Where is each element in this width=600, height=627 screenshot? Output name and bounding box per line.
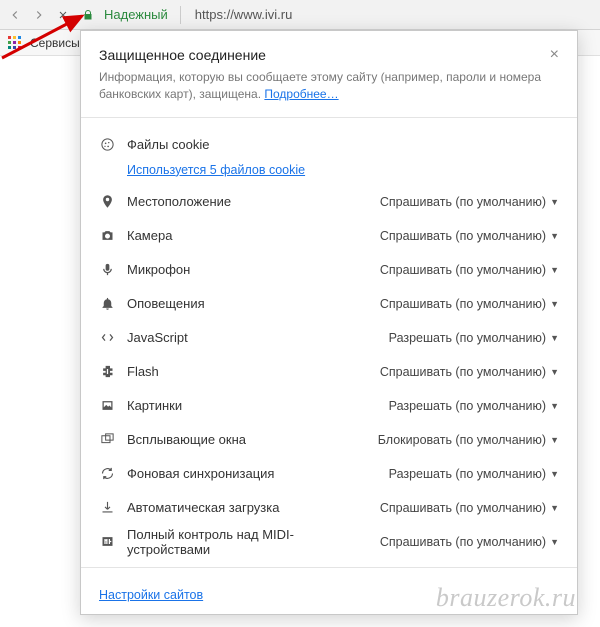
site-info-popup: Защищенное соединение × Информация, кото… (80, 30, 578, 615)
permission-dropdown[interactable]: Спрашивать (по умолчанию) ▼ (380, 365, 559, 379)
back-button[interactable] (6, 6, 24, 24)
permission-row-mic: Микрофон Спрашивать (по умолчанию) ▼ (99, 253, 559, 287)
cookies-row: Файлы cookie (99, 128, 559, 162)
flash-icon (99, 364, 115, 380)
camera-icon (99, 228, 115, 244)
toolbar-divider (180, 6, 181, 24)
permission-label: Всплывающие окна (127, 432, 366, 447)
popup-description: Информация, которую вы сообщаете этому с… (99, 69, 559, 103)
permission-row-camera: Камера Спрашивать (по умолчанию) ▼ (99, 219, 559, 253)
permission-label: Полный контроль над MIDI-устройствами (127, 527, 368, 557)
divider (81, 117, 577, 118)
watermark: brauzerok.ru (436, 583, 576, 613)
permission-dropdown[interactable]: Разрешать (по умолчанию) ▼ (389, 331, 559, 345)
permission-dropdown[interactable]: Разрешать (по умолчанию) ▼ (389, 399, 559, 413)
secure-label[interactable]: Надежный (104, 7, 168, 22)
bookmarks-services-label[interactable]: Сервисы (30, 36, 80, 50)
mic-icon (99, 262, 115, 278)
permission-label: Фоновая синхронизация (127, 466, 377, 481)
bell-icon (99, 296, 115, 312)
download-icon (99, 500, 115, 516)
permission-label: Микрофон (127, 262, 368, 277)
permission-dropdown[interactable]: Спрашивать (по умолчанию) ▼ (380, 535, 559, 549)
cookie-icon (99, 137, 115, 153)
permission-label: JavaScript (127, 330, 377, 345)
apps-grid-icon[interactable] (8, 36, 22, 50)
permission-row-midi: Полный контроль над MIDI-устройствами Спр… (99, 525, 559, 559)
learn-more-link[interactable]: Подробнее… (264, 87, 338, 101)
permission-row-flash: Flash Спрашивать (по умолчанию) ▼ (99, 355, 559, 389)
lock-icon[interactable] (82, 8, 94, 22)
permission-row-images: Картинки Разрешать (по умолчанию) ▼ (99, 389, 559, 423)
divider (81, 567, 577, 568)
permission-label: Flash (127, 364, 368, 379)
permission-dropdown[interactable]: Спрашивать (по умолчанию) ▼ (380, 297, 559, 311)
permission-row-sync: Фоновая синхронизация Разрешать (по умолч… (99, 457, 559, 491)
images-icon (99, 398, 115, 414)
permission-row-bell: Оповещения Спрашивать (по умолчанию) ▼ (99, 287, 559, 321)
permission-dropdown[interactable]: Спрашивать (по умолчанию) ▼ (380, 229, 559, 243)
permission-row-download: Автоматическая загрузка Спрашивать (по ум… (99, 491, 559, 525)
permission-label: Камера (127, 228, 368, 243)
address-bar-url[interactable]: https://www.ivi.ru (195, 7, 293, 22)
js-icon (99, 330, 115, 346)
permission-dropdown[interactable]: Спрашивать (по умолчанию) ▼ (380, 501, 559, 515)
permission-row-js: JavaScript Разрешать (по умолчанию) ▼ (99, 321, 559, 355)
permission-dropdown[interactable]: Блокировать (по умолчанию) ▼ (378, 433, 559, 447)
browser-toolbar: Надежный https://www.ivi.ru (0, 0, 600, 30)
location-icon (99, 194, 115, 210)
sync-icon (99, 466, 115, 482)
forward-button[interactable] (30, 6, 48, 24)
permission-dropdown[interactable]: Спрашивать (по умолчанию) ▼ (380, 195, 559, 209)
cookies-label: Файлы cookie (127, 137, 559, 152)
stop-button[interactable] (54, 6, 72, 24)
popup-title: Защищенное соединение (99, 47, 266, 63)
popup-icon (99, 432, 115, 448)
permission-label: Оповещения (127, 296, 368, 311)
permission-label: Картинки (127, 398, 377, 413)
permission-label: Местоположение (127, 194, 368, 209)
site-settings-link[interactable]: Настройки сайтов (99, 588, 203, 602)
midi-icon (99, 534, 115, 550)
permission-row-location: Местоположение Спрашивать (по умолчанию) … (99, 185, 559, 219)
permission-dropdown[interactable]: Разрешать (по умолчанию) ▼ (389, 467, 559, 481)
permission-label: Автоматическая загрузка (127, 500, 368, 515)
cookies-in-use-link[interactable]: Используется 5 файлов cookie (127, 163, 305, 177)
permission-row-popup: Всплывающие окна Блокировать (по умолчани… (99, 423, 559, 457)
permission-dropdown[interactable]: Спрашивать (по умолчанию) ▼ (380, 263, 559, 277)
close-popup-button[interactable]: × (550, 47, 559, 63)
